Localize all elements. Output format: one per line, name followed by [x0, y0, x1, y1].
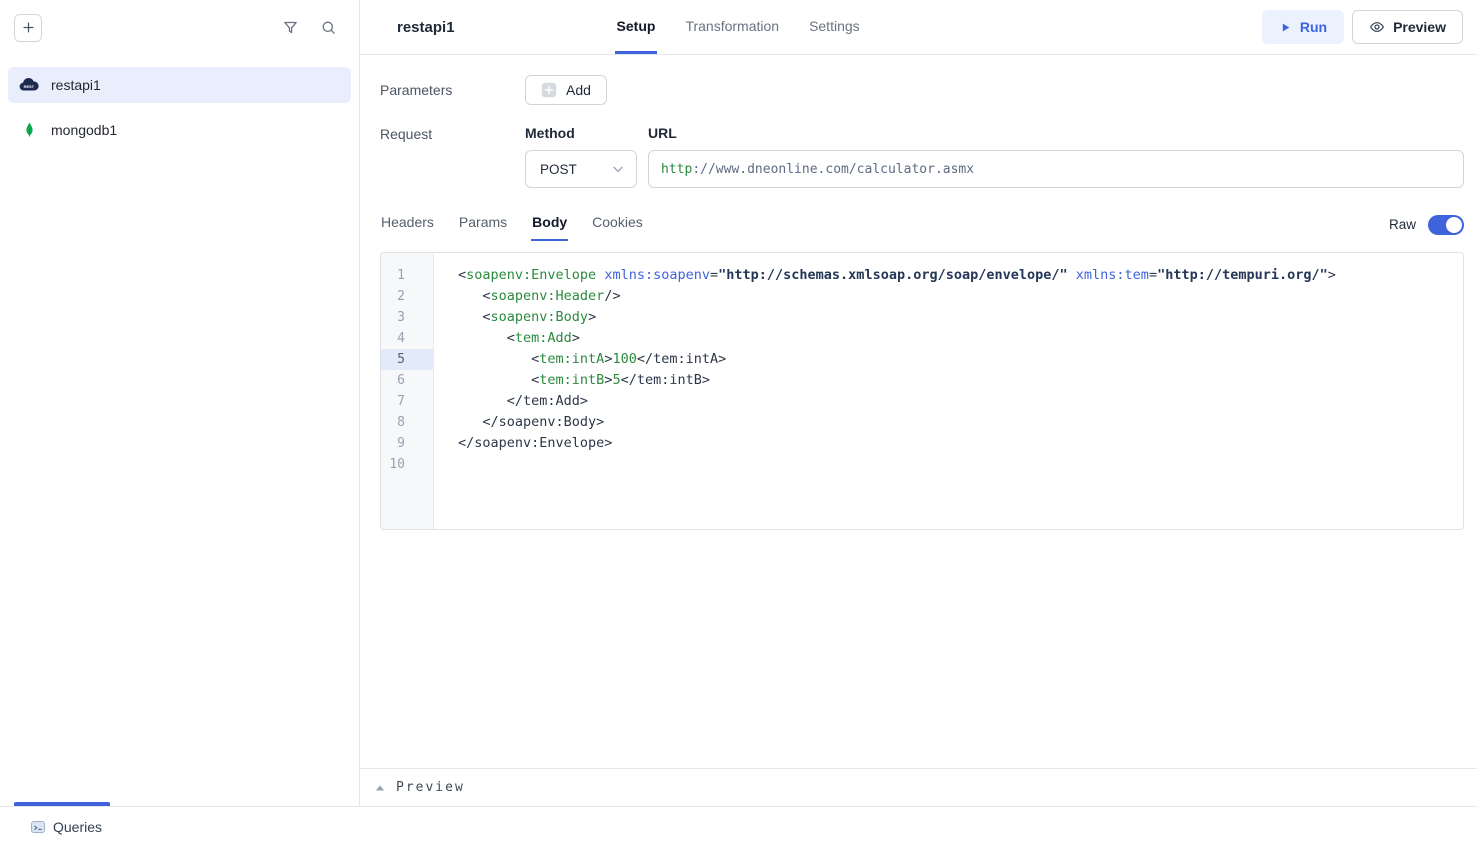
svg-text:REST: REST [24, 84, 35, 89]
body-code-editor[interactable]: 12345678910 <soapenv:Envelope xmlns:soap… [380, 252, 1464, 530]
code-line[interactable]: <tem:intB>5</tem:intB> [458, 370, 1453, 391]
request-subtabs: Headers Params Body Cookies [380, 214, 644, 241]
toggle-knob [1446, 217, 1462, 233]
code-line[interactable]: </soapenv:Envelope> [458, 433, 1453, 454]
line-number: 8 [381, 412, 433, 433]
method-field: Method POST [525, 125, 637, 188]
run-button-label: Run [1300, 19, 1327, 35]
tab-headers[interactable]: Headers [380, 214, 435, 241]
code-line[interactable]: <tem:Add> [458, 328, 1453, 349]
line-number: 1 [381, 265, 433, 286]
method-label: Method [525, 125, 637, 141]
parameters-row: Parameters Add [380, 75, 1464, 105]
preview-panel-label: Preview [396, 780, 465, 795]
tab-settings[interactable]: Settings [807, 0, 862, 54]
line-number: 4 [381, 328, 433, 349]
line-number: 5 [381, 349, 433, 370]
url-input[interactable]: http://www.dneonline.com/calculator.asmx [648, 150, 1464, 188]
bottom-bar: Queries [0, 806, 1477, 847]
add-query-button[interactable] [14, 14, 42, 42]
request-row: Request Method POST URL http://www.dneon… [380, 125, 1464, 188]
restapi-cloud-icon: REST [18, 77, 40, 93]
eye-icon [1369, 19, 1385, 35]
page-title: restapi1 [397, 19, 455, 36]
preview-button[interactable]: Preview [1352, 10, 1463, 44]
queries-tab-indicator [14, 802, 110, 806]
line-number: 7 [381, 391, 433, 412]
tab-body[interactable]: Body [531, 214, 568, 241]
plus-icon [21, 20, 36, 35]
sidebar-item-restapi1[interactable]: REST restapi1 [8, 67, 351, 103]
editor-gutter: 12345678910 [381, 253, 434, 529]
parameters-label: Parameters [380, 82, 525, 98]
queries-icon [30, 819, 46, 835]
sidebar-item-mongodb1[interactable]: mongodb1 [8, 112, 351, 148]
request-subtabs-row: Headers Params Body Cookies Raw [380, 214, 1464, 241]
sidebar: REST restapi1 mongodb1 [0, 0, 360, 806]
line-number: 6 [381, 370, 433, 391]
url-value: http://www.dneonline.com/calculator.asmx [661, 162, 974, 177]
request-label: Request [380, 125, 525, 188]
raw-toggle-group: Raw [1389, 215, 1464, 241]
tab-params[interactable]: Params [458, 214, 508, 241]
tab-cookies[interactable]: Cookies [591, 214, 644, 241]
code-line[interactable]: </tem:Add> [458, 391, 1453, 412]
preview-button-label: Preview [1393, 19, 1446, 35]
queries-tab[interactable]: Queries [53, 819, 102, 835]
code-line[interactable]: <soapenv:Header/> [458, 286, 1453, 307]
line-number: 3 [381, 307, 433, 328]
code-line[interactable]: <soapenv:Envelope xmlns:soapenv="http://… [458, 265, 1453, 286]
method-value: POST [540, 162, 577, 177]
filter-icon[interactable] [281, 19, 299, 37]
main-header: restapi1 Setup Transformation Settings R… [360, 0, 1477, 55]
chevron-down-icon [610, 161, 626, 177]
header-tabs: Setup Transformation Settings [615, 0, 862, 54]
add-parameter-button[interactable]: Add [525, 75, 607, 105]
raw-label: Raw [1389, 217, 1416, 232]
collapse-up-icon [375, 784, 385, 792]
search-icon[interactable] [319, 19, 337, 37]
tab-setup[interactable]: Setup [615, 0, 658, 54]
add-parameter-label: Add [566, 82, 591, 98]
app-root: REST restapi1 mongodb1 restapi1 Setup Tr… [0, 0, 1477, 806]
method-select[interactable]: POST [525, 150, 637, 188]
mongodb-leaf-icon [18, 121, 40, 140]
header-actions: Run Preview [1262, 10, 1463, 44]
code-line[interactable]: <soapenv:Body> [458, 307, 1453, 328]
sidebar-toolbar [0, 0, 359, 55]
plus-square-icon [541, 82, 557, 98]
line-number: 2 [381, 286, 433, 307]
play-icon [1279, 21, 1292, 34]
query-item-label: mongodb1 [51, 122, 117, 138]
preview-collapse-bar[interactable]: Preview [360, 768, 1477, 806]
line-number: 9 [381, 433, 433, 454]
raw-toggle[interactable] [1428, 215, 1464, 235]
main-panel: restapi1 Setup Transformation Settings R… [360, 0, 1477, 806]
line-number: 10 [381, 454, 433, 475]
url-field: URL http://www.dneonline.com/calculator.… [648, 125, 1464, 188]
url-label: URL [648, 125, 1464, 141]
code-line[interactable] [458, 454, 1453, 475]
query-item-label: restapi1 [51, 77, 101, 93]
code-line[interactable]: </soapenv:Body> [458, 412, 1453, 433]
editor-code-area[interactable]: <soapenv:Envelope xmlns:soapenv="http://… [434, 253, 1463, 529]
code-line[interactable]: <tem:intA>100</tem:intA> [458, 349, 1453, 370]
run-button[interactable]: Run [1262, 10, 1344, 44]
query-list: REST restapi1 mongodb1 [0, 55, 359, 148]
setup-panel: Parameters Add Request Method POST URL [360, 55, 1477, 768]
tab-transformation[interactable]: Transformation [683, 0, 781, 54]
